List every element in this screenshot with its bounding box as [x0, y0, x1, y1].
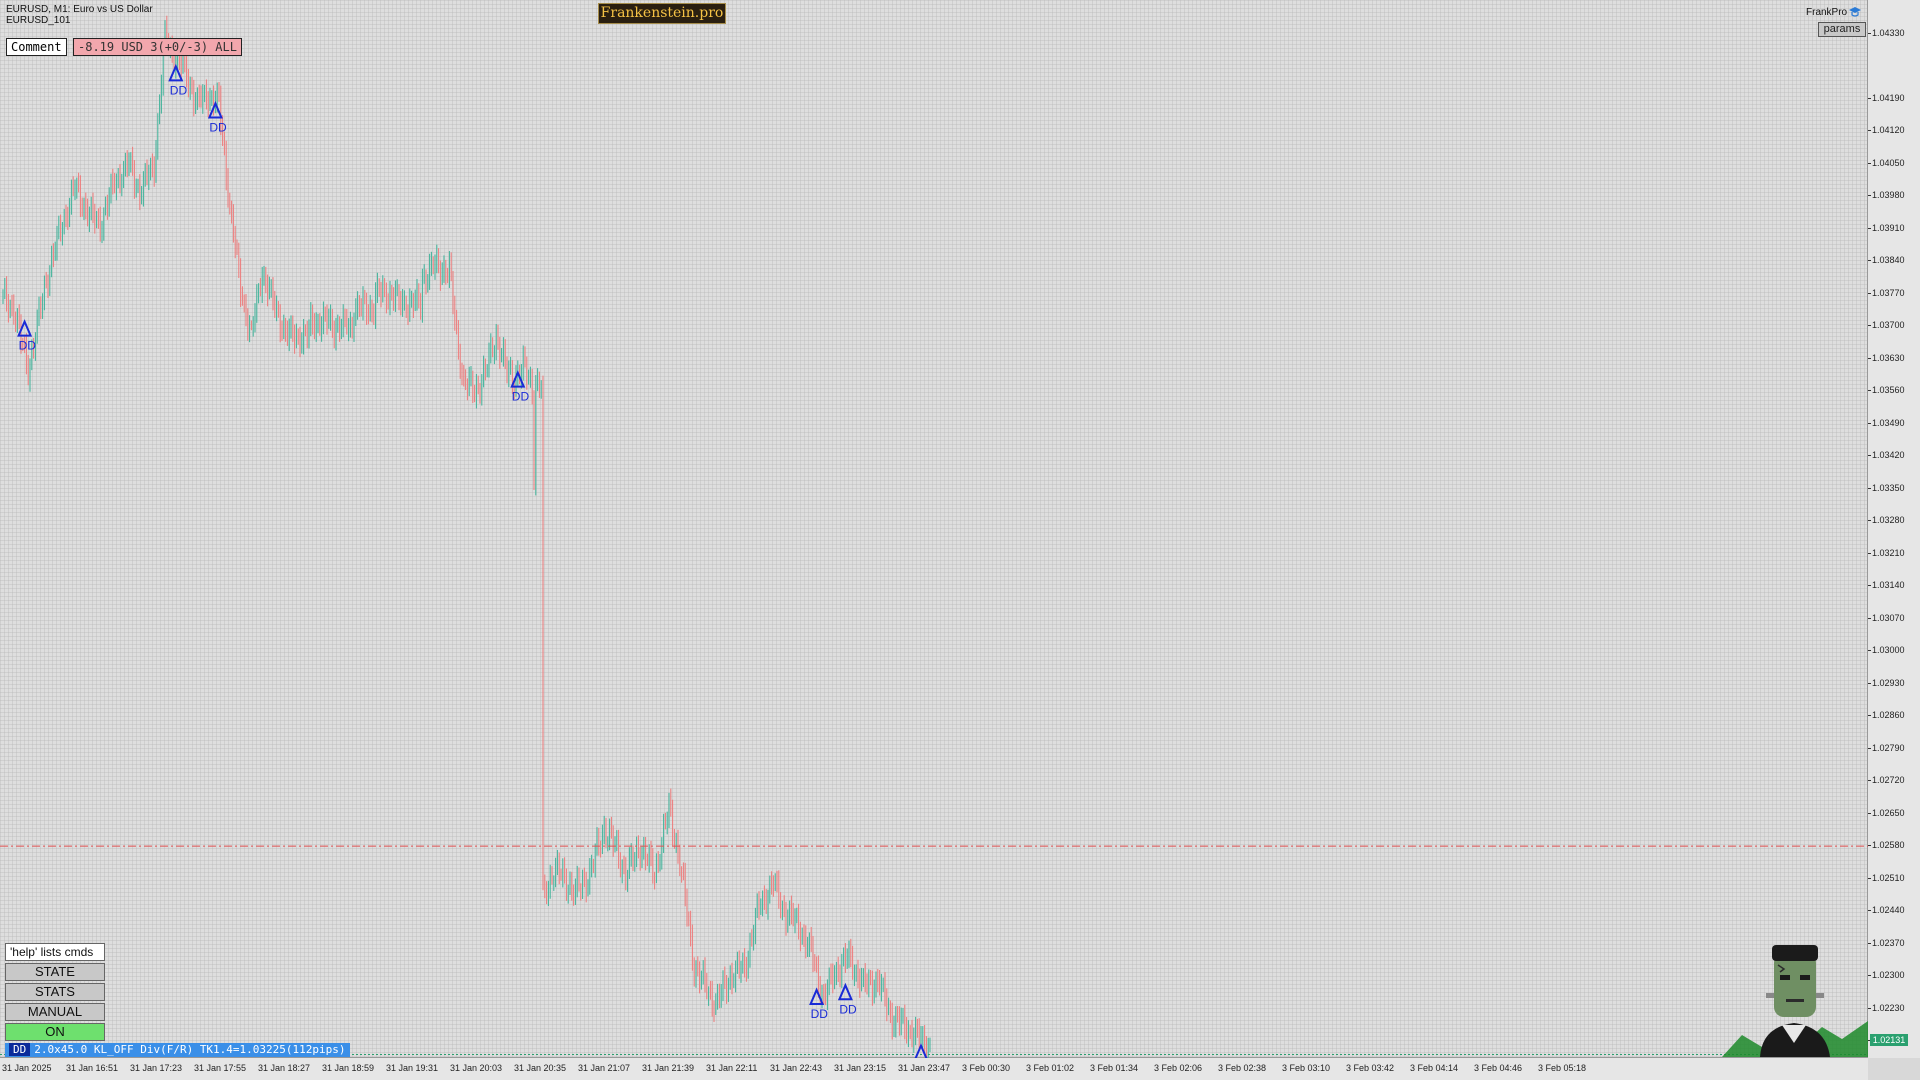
dd-marker-label: DD	[811, 1007, 829, 1021]
params-button[interactable]: params	[1818, 22, 1866, 37]
time-tick-label: 31 Jan 20:03	[450, 1063, 503, 1073]
status-tag: DD	[9, 1043, 31, 1056]
ea-status-bar: DD 2.0x45.0 KL_OFF Div(F/R) TK1.4=1.03225…	[5, 1043, 350, 1057]
on-toggle-button[interactable]: ON	[5, 1023, 105, 1041]
dd-marker-icon	[17, 319, 33, 337]
time-tick-label: 3 Feb 02:38	[1218, 1063, 1267, 1073]
status-text: 2.0x45.0 KL_OFF Div(F/R) TK1.4=1.03225(1…	[34, 1043, 346, 1056]
time-tick-label: 31 Jan 18:27	[258, 1063, 311, 1073]
price-tick-label: 1.03980	[1868, 190, 1905, 201]
time-tick-label: 3 Feb 01:02	[1026, 1063, 1075, 1073]
price-tick-label: 1.03700	[1868, 320, 1905, 331]
price-tick-label: 1.03210	[1868, 547, 1905, 558]
comment-label: Comment	[6, 38, 67, 56]
graduation-cap-icon	[1849, 7, 1861, 17]
price-tick-label: 1.02370	[1868, 937, 1905, 948]
brand-label: Frankenstein.pro	[598, 3, 726, 24]
broker-label: FrankPro	[1806, 7, 1848, 18]
time-tick-label: 3 Feb 00:30	[962, 1063, 1011, 1073]
time-tick-label: 31 Jan 23:15	[834, 1063, 887, 1073]
time-tick-label: 31 Jan 19:31	[386, 1063, 439, 1073]
price-tick-label: 1.03000	[1868, 645, 1905, 656]
price-tick-label: 1.02930	[1868, 677, 1905, 688]
price-tick-label: 1.03140	[1868, 580, 1905, 591]
stats-button[interactable]: STATS	[5, 983, 105, 1001]
frankenstein-mascot-icon	[1722, 945, 1868, 1057]
price-tick-label: 1.03420	[1868, 450, 1905, 461]
time-tick-label: 31 Jan 22:11	[706, 1063, 758, 1073]
time-axis: 31 Jan 2025 31 Jan 16:51 31 Jan 17:23 31 Ja…	[0, 1058, 1868, 1080]
time-tick-label: 31 Jan 16:51	[66, 1063, 119, 1073]
time-tick-label: 3 Feb 03:42	[1346, 1063, 1395, 1073]
price-tick-label: 1.03840	[1868, 255, 1905, 266]
price-tick-label: 1.02860	[1868, 710, 1905, 721]
time-tick-label: 3 Feb 04:14	[1410, 1063, 1459, 1073]
time-tick-label: 3 Feb 03:10	[1282, 1063, 1331, 1073]
time-tick-label: 31 Jan 18:59	[322, 1063, 375, 1073]
price-tick-label: 1.02650	[1868, 807, 1905, 818]
price-tick-label: 1.02510	[1868, 872, 1905, 883]
price-tick-label: 1.02720	[1868, 775, 1905, 786]
time-tick-label: 3 Feb 05:18	[1538, 1063, 1587, 1073]
price-tick-label: 1.02230	[1868, 1002, 1905, 1013]
time-tick-label: 31 Jan 20:35	[514, 1063, 567, 1073]
price-tick-label: 1.04190	[1868, 92, 1905, 103]
symbol-title: EURUSD, M1: Euro vs US Dollar	[6, 4, 153, 15]
chart-area[interactable]: DD DD DD DD DD DD DD	[0, 0, 1868, 1058]
time-tick-label: 3 Feb 04:46	[1474, 1063, 1523, 1073]
time-tick-label: 31 Jan 21:07	[578, 1063, 631, 1073]
price-tick-label: 1.03350	[1868, 482, 1905, 493]
time-tick-label: 31 Jan 22:43	[770, 1063, 823, 1073]
dd-marker-label: DD	[512, 390, 530, 404]
manual-button[interactable]: MANUAL	[5, 1003, 105, 1021]
price-tick-label: 1.03490	[1868, 417, 1905, 428]
dd-marker-icon	[914, 1043, 928, 1058]
dd-marker-label: DD	[19, 339, 37, 353]
time-tick-label: 31 Jan 21:39	[642, 1063, 695, 1073]
time-tick-label: 31 Jan 2025	[2, 1063, 52, 1073]
state-button[interactable]: STATE	[5, 963, 105, 981]
price-tick-label: 1.03070	[1868, 612, 1905, 623]
price-tick-label: 1.02580	[1868, 840, 1905, 851]
time-tick-label: 31 Jan 17:55	[194, 1063, 247, 1073]
price-tick-label: 1.02300	[1868, 970, 1905, 981]
dd-marker-label: DD	[209, 120, 227, 134]
price-tick-label: 1.03770	[1868, 287, 1905, 298]
time-tick-label: 31 Jan 17:23	[130, 1063, 183, 1073]
time-tick-label: 31 Jan 23:47	[898, 1063, 951, 1073]
price-tick-label: 1.03560	[1868, 385, 1905, 396]
dd-marker-icon	[809, 987, 825, 1005]
help-hint: 'help' lists cmds	[5, 943, 105, 961]
price-tick-label: 1.02440	[1868, 905, 1905, 916]
price-tick-label: 1.02790	[1868, 742, 1905, 753]
price-tick-label: 1.04050	[1868, 157, 1905, 168]
current-price-badge: 1.02131	[1870, 1034, 1908, 1046]
symbol-subtitle: EURUSD_101	[6, 15, 71, 26]
price-tick-label: 1.04330	[1868, 27, 1905, 38]
time-tick-label: 3 Feb 01:34	[1090, 1063, 1139, 1073]
price-axis: 1.04330 1.04190 1.04120 1.04050 1.03980 1.039…	[1868, 0, 1920, 1058]
dd-marker-label: DD	[839, 1002, 857, 1016]
price-tick-label: 1.03280	[1868, 515, 1905, 526]
price-tick-label: 1.03630	[1868, 352, 1905, 363]
dd-marker-label: DD	[170, 83, 188, 97]
price-tick-label: 1.03910	[1868, 222, 1905, 233]
dd-marker-icon	[837, 982, 853, 1001]
pnl-summary: -8.19 USD 3(+0/-3) ALL	[73, 38, 242, 56]
candlestick-chart[interactable]: DD DD DD DD DD DD DD	[0, 0, 1868, 1058]
price-tick-label: 1.04120	[1868, 125, 1905, 136]
time-tick-label: 3 Feb 02:06	[1154, 1063, 1203, 1073]
